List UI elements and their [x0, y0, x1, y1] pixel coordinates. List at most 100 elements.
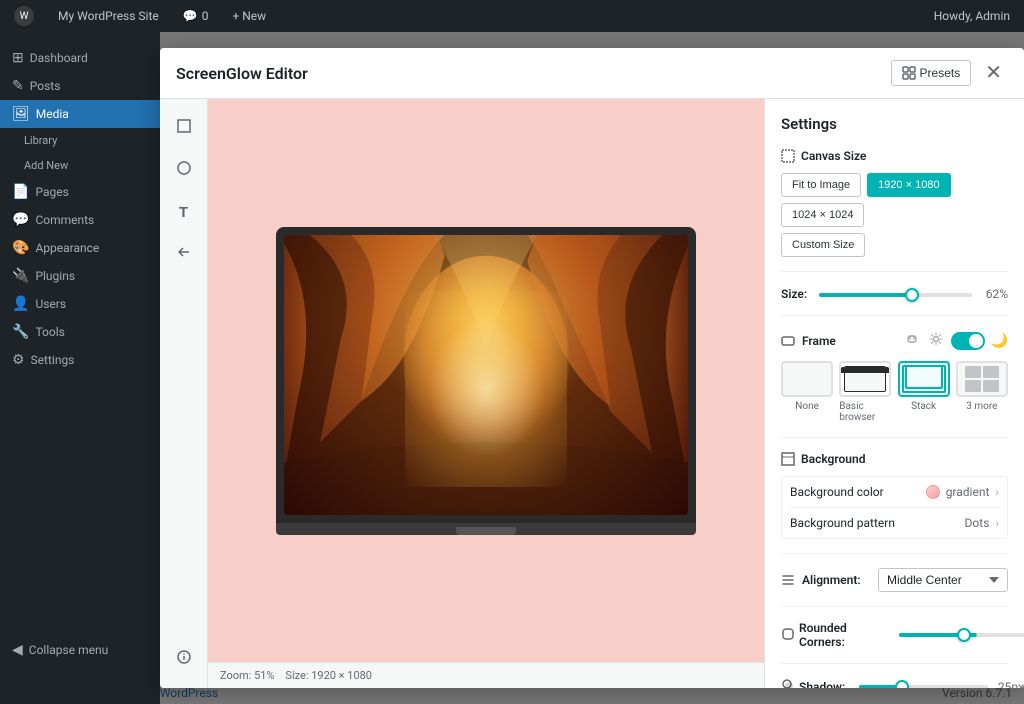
canyon-svg	[284, 235, 688, 515]
alignment-row: Alignment: Middle Center Top Left Top Ce…	[781, 568, 1008, 592]
size-slider-row: Size: 62%	[781, 286, 1008, 301]
shadow-text: Shadow:	[799, 680, 845, 689]
fit-to-image-button[interactable]: Fit to Image	[781, 173, 861, 197]
wp-logo: W	[14, 6, 34, 26]
frame-toggle[interactable]	[951, 332, 985, 350]
frame-settings-button[interactable]	[927, 330, 945, 351]
comments-item[interactable]: 💬 0	[177, 0, 215, 32]
size-1920-button[interactable]: 1920 × 1080	[867, 173, 950, 197]
new-item[interactable]: + New	[226, 0, 272, 32]
shadow-slider[interactable]	[859, 685, 988, 689]
frame-option-more[interactable]: 3 more	[956, 361, 1008, 423]
sidebar-label-pages: Pages	[35, 185, 68, 199]
editor-toolbar: T	[160, 99, 208, 688]
sidebar-item-comments[interactable]: 💬 Comments	[0, 206, 160, 234]
custom-size-button[interactable]: Custom Size	[781, 233, 865, 257]
shadow-row: Shadow: 25px	[781, 678, 1008, 688]
background-color-row[interactable]: Background color gradient ›	[790, 477, 999, 508]
rounded-corners-label: Rounded Corners:	[781, 621, 891, 649]
sidebar-label-comments: Comments	[35, 213, 94, 227]
sidebar-label-add-new: Add New	[24, 159, 68, 172]
frame-option-browser[interactable]: Basic browser	[839, 361, 891, 423]
sidebar-item-media[interactable]: 🖼 Media	[0, 100, 160, 128]
shadow-icon	[781, 678, 795, 688]
background-label: Background	[801, 452, 865, 466]
frame-link-button[interactable]	[903, 330, 921, 351]
frame-stack-label: Stack	[911, 401, 936, 412]
gear-icon	[929, 332, 943, 346]
howdy-item[interactable]: Howdy, Admin	[928, 0, 1016, 32]
sidebar-item-users[interactable]: 👤 Users	[0, 290, 160, 318]
toolbar-arrow-button[interactable]	[167, 237, 201, 271]
sidebar-label-collapse: Collapse menu	[29, 643, 108, 657]
presets-button[interactable]: Presets	[891, 60, 972, 86]
modal-overlay: ScreenGlow Editor Presets ✕	[160, 32, 1024, 704]
sidebar-item-pages[interactable]: 📄 Pages	[0, 178, 160, 206]
toolbar-rectangle-button[interactable]	[167, 111, 201, 145]
bg-color-label: Background color	[790, 485, 926, 499]
frame-option-none[interactable]: None	[781, 361, 833, 423]
settings-icon: ⚙	[12, 352, 25, 368]
alignment-icon	[781, 573, 795, 587]
toolbar-info-button[interactable]	[167, 642, 201, 676]
dark-mode-icon: 🌙	[991, 333, 1008, 349]
bg-pattern-label: Background pattern	[790, 516, 965, 530]
editor-title: ScreenGlow Editor	[176, 64, 891, 83]
size-1024-button[interactable]: 1024 × 1024	[781, 203, 864, 227]
frame-more-label: 3 more	[966, 401, 997, 412]
sidebar-item-posts[interactable]: ✎ Posts	[0, 72, 160, 100]
plugins-icon: 🔌	[12, 268, 29, 284]
alignment-select[interactable]: Middle Center Top Left Top Center Top Ri…	[878, 568, 1008, 592]
sidebar-item-dashboard[interactable]: ⊞ Dashboard	[0, 44, 160, 72]
sidebar-item-library[interactable]: Library	[0, 128, 160, 153]
background-pattern-row[interactable]: Background pattern Dots ›	[790, 508, 999, 538]
sidebar-item-plugins[interactable]: 🔌 Plugins	[0, 262, 160, 290]
editor-body: T	[160, 99, 1024, 688]
editor-header: ScreenGlow Editor Presets ✕	[160, 48, 1024, 99]
divider-4	[781, 553, 1008, 554]
zoom-info: Zoom: 51%	[220, 669, 274, 682]
toolbar-circle-button[interactable]	[167, 153, 201, 187]
fit-to-image-label: Fit to Image	[792, 179, 850, 191]
site-name-item[interactable]: My WordPress Site	[52, 0, 165, 32]
sidebar-item-collapse[interactable]: ◀ Collapse menu	[0, 636, 160, 664]
divider-6	[781, 663, 1008, 664]
sidebar-item-appearance[interactable]: 🎨 Appearance	[0, 234, 160, 262]
presets-icon	[902, 66, 916, 80]
chevron-right-icon: ›	[995, 485, 999, 499]
pages-icon: 📄	[12, 184, 29, 200]
background-icon	[781, 452, 795, 466]
collapse-icon: ◀	[12, 642, 23, 658]
custom-size-label: Custom Size	[792, 239, 854, 251]
frame-header: Frame 🌙	[781, 330, 1008, 351]
sidebar-item-settings[interactable]: ⚙ Settings	[0, 346, 160, 374]
tools-icon: 🔧	[12, 324, 29, 340]
arrow-icon	[176, 244, 192, 265]
size-1024-label: 1024 × 1024	[792, 209, 853, 221]
sidebar-section-main: ⊞ Dashboard ✎ Posts 🖼 Media Library Add …	[0, 40, 160, 378]
size-slider-container	[819, 286, 972, 301]
laptop-lid	[276, 227, 696, 523]
sidebar-label-media: Media	[36, 107, 69, 121]
frame-text: Frame	[802, 334, 836, 348]
divider-1	[781, 271, 1008, 272]
editor-canvas: Zoom: 51% Size: 1920 × 1080	[208, 99, 764, 688]
info-icon	[176, 649, 192, 670]
wp-logo-item[interactable]: W	[8, 0, 40, 32]
settings-panel: Settings Canvas Size Fit to Image 1920 ×…	[764, 99, 1024, 688]
close-button[interactable]: ✕	[979, 61, 1008, 85]
rounded-corners-slider[interactable]	[899, 633, 1024, 637]
size-slider[interactable]	[819, 293, 972, 297]
media-icon: 🖼	[12, 106, 30, 122]
settings-title: Settings	[781, 115, 1008, 133]
device-mockup	[276, 227, 696, 535]
sidebar-item-add-new[interactable]: Add New	[0, 153, 160, 178]
frame-option-stack[interactable]: Stack	[898, 361, 950, 423]
sidebar-item-tools[interactable]: 🔧 Tools	[0, 318, 160, 346]
bg-pattern-value-container: Dots ›	[965, 516, 999, 530]
close-icon: ✕	[985, 62, 1002, 84]
toolbar-text-button[interactable]: T	[167, 195, 201, 229]
size-slider-value: 62%	[980, 287, 1008, 301]
canvas-area	[208, 99, 764, 662]
posts-icon: ✎	[12, 78, 24, 94]
